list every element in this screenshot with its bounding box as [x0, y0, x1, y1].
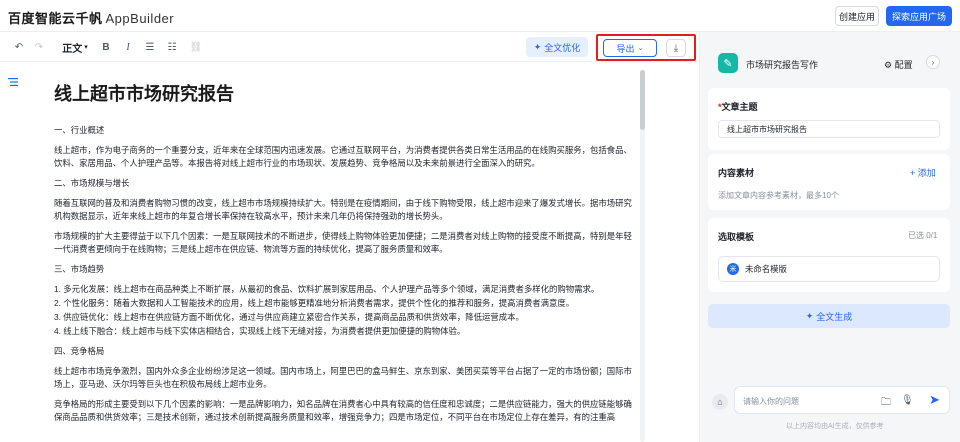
download-icon: ⤓	[673, 42, 679, 54]
microphone-icon[interactable]: 🎙	[901, 395, 914, 406]
template-item[interactable]: 米 未命名模版	[718, 256, 940, 282]
section-heading: 一、行业概述	[54, 125, 105, 135]
export-label: 导出	[616, 43, 635, 54]
brand-logo[interactable]: 百度智能云千帆 AppBuilder	[8, 8, 174, 27]
paragraph: 线上超市，作为电子商务的一个重要分支，近年来在全球范围内迅速发展。它通过互联网平…	[54, 145, 632, 168]
list-item: 3. 供应链优化：线上超市在供应链方面不断优化，通过与供应商建立紧密合作关系，提…	[54, 312, 524, 322]
section-heading: 四、竞争格局	[54, 346, 105, 356]
bullet-list-icon[interactable]: ☰	[144, 40, 156, 54]
template-icon: 米	[727, 263, 739, 275]
text-style-select[interactable]: 正文 ▾	[60, 40, 90, 55]
chat-row: ⌂ 请输入你的问题 🗀 🎙 ➤	[708, 386, 950, 416]
paragraph: 线上超市市场竞争激烈，国内外众多企业纷纷涉足这一领域。国内市场上，阿里巴巴的盒马…	[54, 366, 632, 389]
paragraph: 竞争格局的形成主要受到以下几个因素的影响：一是品牌影响力，知名品牌在消费者心中具…	[54, 399, 632, 422]
material-hint: 添加文章内容参考素材，最多10个	[718, 191, 839, 200]
attach-folder-icon[interactable]: 🗀	[881, 395, 891, 412]
chat-placeholder: 请输入你的问题	[743, 397, 799, 406]
editor-toolbar: ↶ ↷ 正文 ▾ B I ☰ ☷ ⛓ ✦ 全文优化 导出 ⌄ ⤓	[0, 32, 700, 62]
topic-label: *文章主题	[718, 100, 758, 113]
right-panel: ✎ 市场研究报告写作 ⚙ 配置 › *文章主题 线上超市市场研究报告 内容素材 …	[700, 32, 960, 442]
list-item: 4. 线上线下融合：线上超市与线下实体店相结合，实现线上线下无缝对接，为消费者提…	[54, 326, 466, 336]
template-label: 选取模板	[718, 232, 755, 242]
app-pen-icon: ✎	[718, 53, 738, 73]
list-item: 1. 多元化发展：线上超市在商品种类上不断扩展，从最初的食品、饮料扩展到家居用品…	[54, 284, 600, 294]
ai-optimize-label: 全文优化	[544, 42, 581, 53]
editor-area: ↶ ↷ 正文 ▾ B I ☰ ☷ ⛓ ✦ 全文优化 导出 ⌄ ⤓ 线上超市市场研究…	[0, 32, 700, 442]
logo-sub-text: AppBuilder	[105, 11, 175, 26]
list-item: 2. 个性化服务：随着大数据和人工智能技术的应用，线上超市能够更精准地分析消费者…	[54, 298, 575, 308]
section-heading: 二、市场规模与增长	[54, 178, 130, 188]
create-app-button[interactable]: 创建应用	[835, 6, 879, 26]
logo-main-text: 百度智能云千帆	[8, 11, 103, 26]
send-icon[interactable]: ➤	[929, 392, 940, 408]
topic-input[interactable]: 线上超市市场研究报告	[718, 120, 940, 138]
sparkle-icon: ✦	[805, 310, 814, 321]
chevron-right-icon[interactable]: ›	[926, 55, 940, 69]
topic-card: *文章主题 线上超市市场研究报告	[708, 88, 950, 150]
explore-apps-button[interactable]: 探索应用广场	[886, 6, 952, 26]
download-button[interactable]: ⤓	[666, 39, 686, 57]
undo-icon[interactable]: ↶	[12, 40, 26, 54]
ordered-list-icon[interactable]: ☷	[166, 40, 178, 54]
section-heading: 三、市场趋势	[54, 264, 105, 274]
material-label: 内容素材	[718, 168, 755, 178]
redo-icon[interactable]: ↷	[32, 40, 46, 54]
top-header: 百度智能云千帆 AppBuilder 创建应用 探索应用广场	[0, 0, 960, 32]
chevron-down-icon: ⌄	[637, 45, 644, 52]
link-icon[interactable]: ⛓	[190, 40, 203, 54]
sparkle-icon: ✦	[533, 41, 542, 52]
chevron-down-icon: ▾	[84, 44, 88, 51]
gear-icon: ⚙	[884, 60, 893, 70]
document-content[interactable]: 线上超市市场研究报告 一、行业概述 线上超市，作为电子商务的一个重要分支，近年来…	[54, 80, 632, 431]
config-button[interactable]: ⚙ 配置	[884, 58, 913, 71]
template-item-label: 未命名模版	[745, 264, 787, 274]
template-count: 已选 0/1	[908, 231, 938, 240]
ai-optimize-button[interactable]: ✦ 全文优化	[526, 37, 588, 57]
text-style-label: 正文	[62, 43, 83, 55]
generate-button[interactable]: ✦ 全文生成	[708, 304, 950, 328]
document-title: 线上超市市场研究报告	[54, 84, 234, 104]
bold-icon[interactable]: B	[100, 40, 112, 54]
chat-input[interactable]: 请输入你的问题 🗀 🎙 ➤	[734, 386, 950, 414]
trend-list: 1. 多元化发展：线上超市在商品种类上不断扩展，从最初的食品、饮料扩展到家居用品…	[54, 283, 632, 338]
template-card: 选取模板 已选 0/1 米 未命名模版	[708, 218, 950, 292]
ai-disclaimer: 以上内容均由AI生成，仅供参考	[786, 423, 884, 430]
material-card: 内容素材 + 添加 添加文章内容参考素材，最多10个	[708, 154, 950, 210]
app-title: 市场研究报告写作	[746, 60, 819, 70]
editor-scrollbar-thumb[interactable]	[640, 70, 645, 130]
export-highlight-box: 导出 ⌄ ⤓	[596, 34, 696, 61]
italic-icon[interactable]: I	[122, 40, 134, 54]
topic-label-text: 文章主题	[721, 102, 758, 112]
home-icon[interactable]: ⌂	[712, 394, 728, 410]
generate-label: 全文生成	[816, 311, 853, 322]
paragraph: 随着互联网的普及和消费者购物习惯的改变，线上超市市场规模持续扩大。特别是在疫情期…	[54, 198, 632, 221]
outline-icon[interactable]	[8, 77, 20, 89]
add-material-button[interactable]: + 添加	[910, 166, 936, 179]
export-button[interactable]: 导出 ⌄	[603, 39, 657, 57]
paragraph: 市场规模的扩大主要得益于以下几个因素：一是互联网技术的不断进步，使得线上购物体验…	[54, 231, 632, 254]
config-label: 配置	[894, 60, 913, 70]
